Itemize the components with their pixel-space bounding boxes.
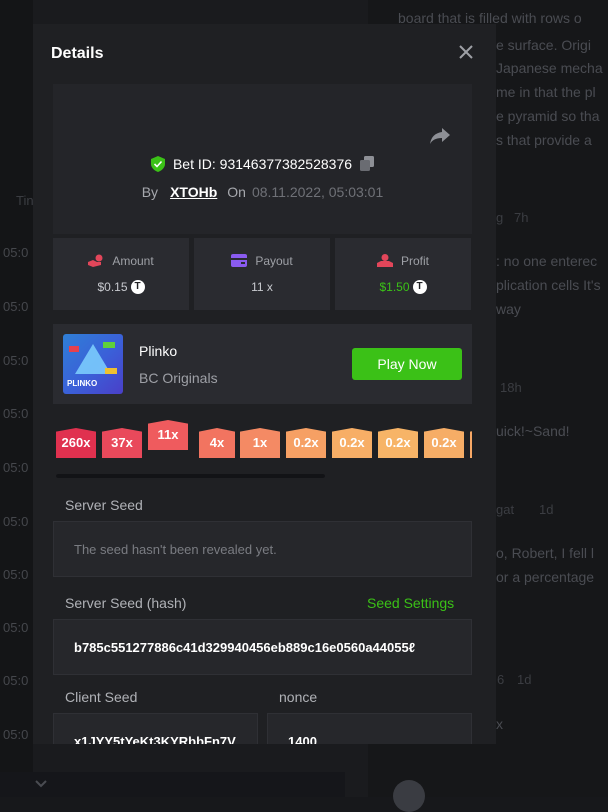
bet-meta-row: By XTOHb On 08.11.2022, 05:03:01 xyxy=(53,184,472,200)
server-seed-placeholder: The seed hasn't been revealed yet. xyxy=(74,542,277,557)
nonce-label: nonce xyxy=(279,689,318,705)
server-seed-hash-field[interactable]: b785c551277886c41d329940456eb889c16e0560… xyxy=(53,619,472,675)
multiplier-chip: 0.2x xyxy=(378,428,418,458)
multiplier-chip xyxy=(470,428,472,458)
stat-label: Amount xyxy=(112,254,154,268)
multiplier-chip: 0.2x xyxy=(424,428,464,458)
bet-details-modal: Details Bet ID: 93146377382528376 By XTO… xyxy=(33,24,496,744)
stat-label: Profit xyxy=(400,254,429,268)
avatar xyxy=(393,780,425,812)
nonce-value: 1400 xyxy=(288,734,317,744)
nonce-field[interactable]: 1400 xyxy=(267,713,472,744)
modal-title: Details xyxy=(51,45,104,62)
game-card: PLINKO Plinko BC Originals Play Now xyxy=(53,324,472,404)
stat-amount: Amount $0.15 xyxy=(53,238,189,310)
copy-icon[interactable] xyxy=(360,156,375,171)
bottom-bar xyxy=(0,772,345,797)
multiplier-chip: 260x xyxy=(56,428,96,458)
multiplier-chip: 0.2x xyxy=(332,428,372,458)
stat-payout: Payout 11 x xyxy=(194,238,330,310)
tether-coin-icon xyxy=(412,280,427,294)
game-name: Plinko xyxy=(139,343,178,359)
server-seed-field: The seed hasn't been revealed yet. xyxy=(53,521,472,577)
server-seed-label: Server Seed xyxy=(65,497,143,513)
by-label: By xyxy=(141,184,159,200)
multiplier-chip: 0.2x xyxy=(286,428,326,458)
share-icon[interactable] xyxy=(429,126,451,146)
multiplier-chip: 1x xyxy=(240,428,280,458)
on-label: On xyxy=(227,184,246,200)
bet-id: Bet ID: 93146377382528376 xyxy=(172,156,353,172)
server-seed-hash-label: Server Seed (hash) xyxy=(65,595,187,611)
stat-value-payout: 11 x xyxy=(251,280,273,294)
seed-settings-link[interactable]: Seed Settings xyxy=(367,595,454,611)
multiplier-chip: 37x xyxy=(102,428,142,458)
multiplier-row[interactable]: 260x 37x 11x 4x 1x 0.2x 0.2x 0.2x 0.2x xyxy=(56,420,472,470)
bet-header-card: Bet ID: 93146377382528376 By XTOHb On 08.11… xyxy=(53,84,472,234)
client-seed-value: x1JYY5tYeKt3KYRbbFn7V xyxy=(74,734,236,744)
game-provider: BC Originals xyxy=(139,370,218,386)
bet-stats: Amount $0.15 Payout 11 x xyxy=(53,238,472,310)
multiplier-chip: 11x xyxy=(148,420,188,450)
stat-label: Payout xyxy=(255,254,293,268)
scrollbar-thumb[interactable] xyxy=(56,474,325,478)
client-seed-label: Client Seed xyxy=(65,689,138,705)
bet-datetime: 08.11.2022, 05:03:01 xyxy=(251,184,384,200)
play-now-button[interactable]: Play Now xyxy=(352,348,462,380)
multiplier-scrollbar[interactable] xyxy=(56,474,325,478)
username-link[interactable]: XTOHb xyxy=(170,184,217,200)
stat-value-profit: $1.50 xyxy=(379,280,410,294)
stat-profit: Profit $1.50 xyxy=(335,238,471,310)
chevron-down-icon[interactable] xyxy=(35,780,47,788)
profit-icon xyxy=(376,254,393,267)
game-thumbnail[interactable]: PLINKO xyxy=(63,334,123,394)
server-seed-hash-value: b785c551277886c41d329940456eb889c16e0560… xyxy=(74,640,416,655)
close-icon[interactable] xyxy=(458,44,474,60)
wallet-icon xyxy=(231,254,248,267)
modal-body: Bet ID: 93146377382528376 By XTOHb On 08.11… xyxy=(53,84,472,744)
close-button[interactable] xyxy=(458,44,474,60)
thumbnail-label: PLINKO xyxy=(67,379,98,388)
left-column-label: Tin xyxy=(16,193,34,208)
tether-coin-icon xyxy=(130,280,145,294)
shield-icon xyxy=(150,156,165,172)
hand-coins-icon xyxy=(88,254,103,267)
bet-id-row: Bet ID: 93146377382528376 xyxy=(53,156,472,172)
share-button[interactable] xyxy=(429,126,451,146)
multiplier-chip: 4x xyxy=(199,428,235,458)
client-seed-field[interactable]: x1JYY5tYeKt3KYRbbFn7V xyxy=(53,713,258,744)
stat-value-amount: $0.15 xyxy=(97,280,128,294)
